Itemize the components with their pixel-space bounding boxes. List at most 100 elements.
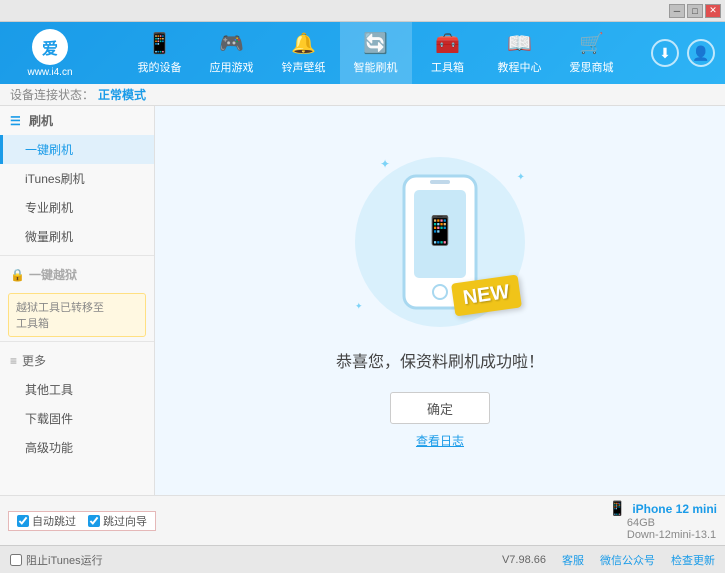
status-value: 正常模式 [98, 86, 146, 103]
divider-1 [0, 255, 154, 256]
advanced-label: 高级功能 [25, 441, 73, 455]
device-bar: 自动跳过 跳过向导 📱 iPhone 12 mini 64GB Down-12m… [0, 495, 725, 545]
new-badge-text: NEW [462, 281, 511, 309]
more-label: 更多 [22, 352, 46, 369]
confirm-label: 确定 [427, 399, 453, 418]
success-text: 恭喜您，保资料刷机成功啦！ [336, 348, 544, 372]
device-info: 📱 iPhone 12 mini 64GB Down-12mini-13.1 [609, 500, 717, 541]
ringtones-icon: 🔔 [291, 31, 316, 56]
nav-toolbox[interactable]: 🧰 工具箱 [412, 22, 484, 84]
check-update-link[interactable]: 检查更新 [671, 552, 715, 568]
close-btn[interactable]: ✕ [705, 4, 721, 18]
device-name-row: 📱 iPhone 12 mini [609, 500, 717, 517]
content-area: 📱 NEW ✦ ✦ ✦ 恭喜您，保资料刷机成功啦！ 确定 查看日志 [155, 106, 725, 495]
nav-smart-flash[interactable]: 🔄 智能刷机 [340, 22, 412, 84]
illustration-inner: 📱 NEW ✦ ✦ ✦ [350, 152, 530, 332]
customer-service-link[interactable]: 客服 [562, 552, 584, 568]
apps-games-label: 应用游戏 [210, 59, 254, 75]
toolbox-label: 工具箱 [431, 59, 464, 75]
my-device-icon: 📱 [147, 31, 172, 56]
sidebar: ☰ 刷机 一键刷机 iTunes刷机 专业刷机 微量刷机 🔒 一键越狱 越狱工具… [0, 106, 155, 495]
divider-2 [0, 341, 154, 342]
store-label: 爱思商城 [570, 59, 614, 75]
footer-bar: 阻止iTunes运行 V7.98.66 客服 微信公众号 检查更新 [0, 545, 725, 573]
smart-flash-label: 智能刷机 [354, 59, 398, 75]
block-itunes-label: 阻止iTunes运行 [26, 552, 103, 568]
download-btn[interactable]: ⬇ [651, 39, 679, 67]
sidebar-item-other-tools[interactable]: 其他工具 [0, 375, 154, 404]
flash-section-icon: ☰ [10, 114, 24, 128]
nav-my-device[interactable]: 📱 我的设备 [124, 22, 196, 84]
download-firmware-label: 下载固件 [25, 412, 73, 426]
nav-ringtones[interactable]: 🔔 铃声壁纸 [268, 22, 340, 84]
tutorial-icon: 📖 [507, 31, 532, 56]
checkboxes-container: 自动跳过 跳过向导 [8, 511, 156, 531]
maximize-btn[interactable]: □ [687, 4, 703, 18]
itunes-flash-label: iTunes刷机 [25, 172, 85, 186]
view-log-link[interactable]: 查看日志 [416, 432, 464, 449]
other-tools-label: 其他工具 [25, 383, 73, 397]
apps-games-icon: 🎮 [219, 31, 244, 56]
sidebar-item-itunes-flash[interactable]: iTunes刷机 [0, 164, 154, 193]
flash-section-label: 刷机 [29, 112, 53, 129]
nav-apps-games[interactable]: 🎮 应用游戏 [196, 22, 268, 84]
user-btn[interactable]: 👤 [687, 39, 715, 67]
wechat-public-link[interactable]: 微信公众号 [600, 552, 655, 568]
title-bar: ─ □ ✕ [0, 0, 725, 22]
nav-tutorial[interactable]: 📖 教程中心 [484, 22, 556, 84]
skip-wizard-input[interactable] [88, 515, 100, 527]
jailbreak-icon: 🔒 [10, 268, 24, 282]
main-layout: ☰ 刷机 一键刷机 iTunes刷机 专业刷机 微量刷机 🔒 一键越狱 越狱工具… [0, 106, 725, 495]
sidebar-item-one-key-flash[interactable]: 一键刷机 [0, 135, 154, 164]
nav-right: ⬇ 👤 [651, 39, 725, 67]
logo-subtitle: www.i4.cn [27, 67, 72, 78]
sidebar-section-jailbreak: 🔒 一键越狱 [0, 260, 154, 289]
nav-items: 📱 我的设备 🎮 应用游戏 🔔 铃声壁纸 🔄 智能刷机 🧰 工具箱 📖 教程中心… [100, 22, 651, 84]
auto-jump-input[interactable] [17, 515, 29, 527]
device-phone-icon: 📱 [609, 500, 626, 517]
sidebar-section-flash: ☰ 刷机 [0, 106, 154, 135]
footer-right: V7.98.66 客服 微信公众号 检查更新 [502, 552, 715, 568]
sidebar-item-pro-flash[interactable]: 专业刷机 [0, 193, 154, 222]
store-icon: 🛒 [579, 31, 604, 56]
tutorial-label: 教程中心 [498, 59, 542, 75]
skip-wizard-label: 跳过向导 [103, 513, 147, 529]
nav-store[interactable]: 🛒 爱思商城 [556, 22, 628, 84]
skip-wizard-checkbox[interactable]: 跳过向导 [88, 513, 147, 529]
more-icon: ≡ [10, 354, 17, 368]
sidebar-item-wipe-flash[interactable]: 微量刷机 [0, 222, 154, 251]
sparkle-2: ✦ [517, 172, 525, 183]
illustration: 📱 NEW ✦ ✦ ✦ [350, 152, 530, 332]
minimize-btn[interactable]: ─ [669, 4, 685, 18]
device-version: Down-12mini-13.1 [609, 529, 717, 541]
block-itunes-checkbox[interactable] [10, 554, 22, 566]
ringtones-label: 铃声壁纸 [282, 59, 326, 75]
auto-jump-label: 自动跳过 [32, 513, 76, 529]
my-device-label: 我的设备 [138, 59, 182, 75]
sparkle-3: ✦ [355, 301, 363, 312]
jailbreak-warning-text: 越狱工具已转移至工具箱 [16, 302, 104, 330]
status-bar: 设备连接状态： 正常模式 [0, 84, 725, 106]
sparkle-1: ✦ [380, 157, 390, 171]
sidebar-section-more: ≡ 更多 [0, 346, 154, 375]
jailbreak-warning: 越狱工具已转移至工具箱 [8, 293, 146, 337]
status-label: 设备连接状态： [10, 86, 94, 103]
smart-flash-icon: 🔄 [363, 31, 388, 56]
auto-jump-checkbox[interactable]: 自动跳过 [17, 513, 76, 529]
svg-text:📱: 📱 [423, 214, 458, 247]
version-label: V7.98.66 [502, 554, 546, 566]
pro-flash-label: 专业刷机 [25, 201, 73, 215]
header: 爱 www.i4.cn 📱 我的设备 🎮 应用游戏 🔔 铃声壁纸 🔄 智能刷机 … [0, 22, 725, 84]
device-bar-left: 自动跳过 跳过向导 [8, 511, 156, 531]
device-storage: 64GB [609, 517, 717, 529]
device-name: iPhone 12 mini [632, 502, 717, 516]
sidebar-item-advanced[interactable]: 高级功能 [0, 433, 154, 462]
one-key-flash-label: 一键刷机 [25, 143, 73, 157]
logo-icon: 爱 [32, 29, 68, 65]
jailbreak-label: 一键越狱 [29, 266, 77, 283]
wipe-flash-label: 微量刷机 [25, 230, 73, 244]
footer-left: 阻止iTunes运行 [10, 552, 103, 568]
confirm-button[interactable]: 确定 [390, 392, 490, 424]
logo-area: 爱 www.i4.cn [0, 29, 100, 78]
sidebar-item-download-firmware[interactable]: 下载固件 [0, 404, 154, 433]
